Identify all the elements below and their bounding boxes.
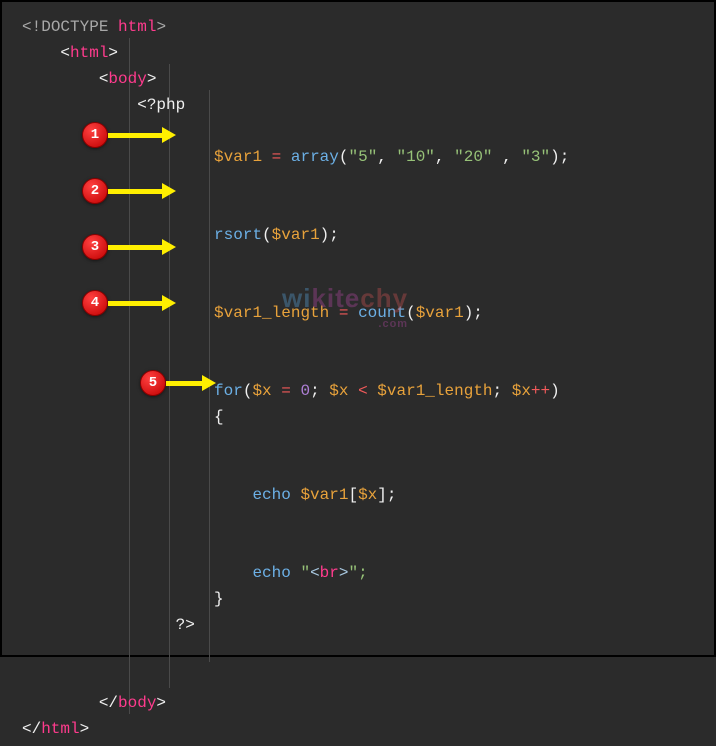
code-line: } bbox=[22, 586, 694, 612]
code-line: ?> bbox=[22, 612, 694, 638]
code-line: <?php bbox=[22, 92, 694, 118]
spacer bbox=[22, 456, 694, 482]
code-line: <html> bbox=[22, 40, 694, 66]
spacer bbox=[22, 508, 694, 534]
callout-5: 5 bbox=[140, 370, 216, 396]
spacer bbox=[22, 638, 694, 664]
arrow-icon bbox=[108, 239, 176, 255]
callout-4: 4 bbox=[82, 290, 176, 316]
code-line: echo "<br>"; bbox=[22, 560, 694, 586]
callout-2: 2 bbox=[82, 178, 176, 204]
code-line: <!DOCTYPE html> bbox=[22, 14, 694, 40]
badge-icon: 2 bbox=[82, 178, 108, 204]
spacer bbox=[22, 430, 694, 456]
code-line: </body> bbox=[22, 690, 694, 716]
spacer bbox=[22, 664, 694, 690]
spacer bbox=[22, 352, 694, 378]
arrow-icon bbox=[108, 295, 176, 311]
arrow-icon bbox=[108, 127, 176, 143]
badge-icon: 4 bbox=[82, 290, 108, 316]
code-line: <body> bbox=[22, 66, 694, 92]
spacer bbox=[22, 326, 694, 352]
code-block: <!DOCTYPE html> <html> <body> <?php $var… bbox=[10, 10, 706, 746]
badge-icon: 1 bbox=[82, 122, 108, 148]
arrow-icon bbox=[166, 375, 216, 391]
spacer bbox=[22, 534, 694, 560]
code-line: { bbox=[22, 404, 694, 430]
code-line: echo $var1[$x]; bbox=[22, 482, 694, 508]
code-line: for($x = 0; $x < $var1_length; $x++) bbox=[22, 378, 694, 404]
callout-3: 3 bbox=[82, 234, 176, 260]
badge-icon: 3 bbox=[82, 234, 108, 260]
code-line: </html> bbox=[22, 716, 694, 742]
badge-icon: 5 bbox=[140, 370, 166, 396]
arrow-icon bbox=[108, 183, 176, 199]
callout-1: 1 bbox=[82, 122, 176, 148]
